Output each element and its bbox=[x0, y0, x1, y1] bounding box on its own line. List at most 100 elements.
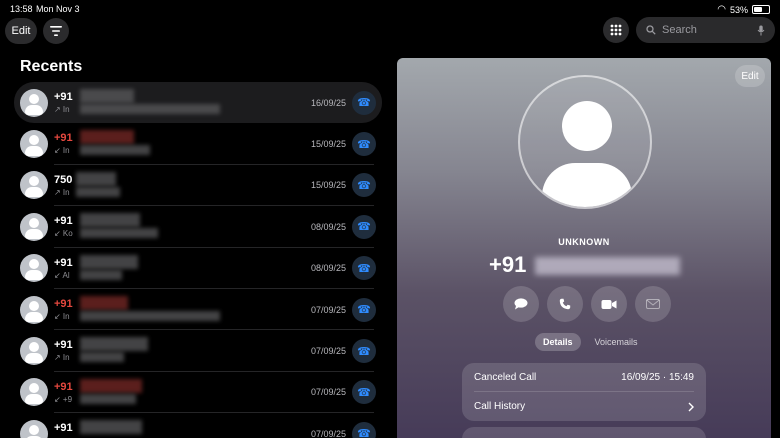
recent-call-row[interactable]: +91 ↙ +9 07/09/25 ☎ bbox=[14, 372, 382, 414]
redacted-text bbox=[80, 254, 138, 269]
call-date: 07/09/25 bbox=[310, 346, 346, 357]
call-button[interactable]: ☎ bbox=[352, 421, 376, 438]
edit-button[interactable]: Edit bbox=[5, 18, 37, 44]
call-type: ↗ In bbox=[54, 353, 70, 363]
contact-avatar bbox=[20, 171, 48, 200]
call-action-button[interactable] bbox=[547, 286, 583, 322]
redacted-text bbox=[80, 213, 140, 228]
call-button[interactable]: ☎ bbox=[352, 339, 376, 364]
video-call-button[interactable] bbox=[591, 286, 627, 322]
recent-call-row[interactable]: +91 ↙ In 07/09/25 ☎ bbox=[14, 289, 382, 331]
call-date: 07/09/25 bbox=[310, 387, 346, 398]
microphone-icon[interactable] bbox=[757, 25, 765, 36]
call-status: Canceled Call bbox=[474, 371, 537, 383]
call-type: ↙ Ko bbox=[54, 229, 73, 239]
detail-edit-button[interactable]: Edit bbox=[735, 65, 765, 87]
recent-call-row[interactable]: +91 ↗ In 07/09/25 ☎ bbox=[14, 330, 382, 372]
redacted-text bbox=[80, 228, 158, 239]
phone-icon: ☎ bbox=[357, 179, 371, 192]
caller-number: +91 bbox=[54, 132, 73, 145]
keypad-button[interactable] bbox=[603, 17, 629, 43]
redacted-text bbox=[76, 171, 116, 186]
call-button[interactable]: ☎ bbox=[352, 380, 376, 405]
tab-details[interactable]: Details bbox=[535, 333, 581, 351]
redacted-text bbox=[80, 89, 134, 103]
call-button[interactable]: ☎ bbox=[352, 214, 376, 239]
caller-number: 750 bbox=[54, 173, 73, 186]
filter-button[interactable] bbox=[43, 18, 69, 44]
caller-number-prefix: +91 bbox=[489, 252, 527, 277]
redacted-text bbox=[80, 130, 134, 145]
video-icon bbox=[601, 299, 617, 309]
battery-percent: 53% bbox=[729, 4, 748, 15]
contact-avatar bbox=[20, 378, 48, 407]
redacted-text bbox=[80, 337, 148, 352]
caller-number: +91 bbox=[54, 91, 73, 103]
recent-call-row[interactable]: +91 ↙ In 15/09/25 ☎ bbox=[14, 123, 382, 165]
redacted-text bbox=[80, 145, 150, 156]
call-type: ↙ +9 bbox=[54, 394, 73, 404]
contact-avatar bbox=[20, 295, 48, 324]
phone-icon: ☎ bbox=[357, 138, 371, 151]
redacted-text bbox=[80, 310, 220, 321]
contact-avatar bbox=[20, 130, 48, 159]
call-date: 15/09/25 bbox=[310, 139, 346, 150]
message-icon bbox=[514, 298, 528, 310]
phone-icon: ☎ bbox=[357, 262, 371, 275]
redacted-text bbox=[76, 186, 120, 197]
search-placeholder: Search bbox=[662, 24, 697, 36]
status-time: 13:58 bbox=[10, 4, 33, 14]
phone-icon bbox=[559, 298, 571, 310]
phone-icon: ☎ bbox=[357, 428, 371, 438]
caller-number: +91 bbox=[54, 215, 73, 228]
recent-call-row[interactable]: 750 ↗ In 15/09/25 ☎ bbox=[14, 165, 382, 207]
redacted-text bbox=[80, 378, 142, 393]
redacted-text bbox=[80, 352, 124, 363]
call-history-row[interactable]: Call History bbox=[474, 392, 694, 421]
caller-label: UNKNOWN bbox=[558, 237, 610, 247]
caller-number: +91 bbox=[54, 422, 73, 435]
call-button[interactable]: ☎ bbox=[352, 256, 376, 281]
keypad-icon bbox=[610, 24, 622, 36]
redacted-text bbox=[80, 420, 142, 435]
contact-avatar bbox=[20, 254, 48, 283]
call-button[interactable]: ☎ bbox=[352, 173, 376, 198]
recent-call-row[interactable]: +91 ↗ In 16/09/25 ☎ bbox=[14, 82, 382, 124]
call-history-label: Call History bbox=[474, 401, 526, 412]
phone-icon: ☎ bbox=[357, 304, 371, 317]
recent-call-row[interactable]: +91 ↙ Ko 08/09/25 ☎ bbox=[14, 206, 382, 248]
call-date: 08/09/25 bbox=[310, 263, 346, 274]
search-field[interactable]: Search bbox=[636, 17, 775, 43]
recents-title: Recents bbox=[20, 58, 83, 75]
contact-actions bbox=[503, 286, 671, 322]
caller-number: +91 bbox=[54, 256, 73, 269]
contact-avatar bbox=[20, 419, 48, 438]
filter-icon bbox=[50, 26, 62, 36]
caller-number: +91 bbox=[54, 339, 73, 352]
call-type: ↙ Al bbox=[54, 270, 70, 280]
tab-voicemails[interactable]: Voicemails bbox=[587, 333, 646, 351]
recent-call-row[interactable]: +91 ↙ Al 08/09/25 ☎ bbox=[14, 248, 382, 289]
redacted-text bbox=[80, 104, 220, 114]
call-date: 07/09/25 bbox=[310, 428, 346, 438]
call-button[interactable]: ☎ bbox=[352, 297, 376, 322]
caller-number: +91 bbox=[54, 380, 73, 393]
call-button[interactable]: ☎ bbox=[352, 132, 376, 157]
recent-call-row[interactable]: +91 07/09/25 ☎ bbox=[14, 413, 382, 438]
redacted-text bbox=[80, 269, 122, 280]
phone-icon: ☎ bbox=[357, 345, 371, 358]
call-button[interactable]: ☎ bbox=[352, 90, 376, 115]
phone-icon: ☎ bbox=[357, 97, 371, 110]
additional-info-card bbox=[462, 427, 706, 438]
search-icon bbox=[646, 25, 656, 35]
call-type: ↙ In bbox=[54, 146, 70, 156]
call-date: 07/09/25 bbox=[310, 304, 346, 315]
message-button[interactable] bbox=[503, 286, 539, 322]
phone-icon: ☎ bbox=[357, 386, 371, 399]
mail-icon bbox=[646, 299, 660, 309]
recents-list: +91 ↗ In 16/09/25 ☎ +91 ↙ In 15/09/25 ☎ … bbox=[14, 82, 382, 438]
call-type: ↙ In bbox=[54, 311, 70, 321]
contact-photo bbox=[518, 75, 652, 209]
call-timestamp: 16/09/25 · 15:49 bbox=[621, 371, 694, 383]
mail-button[interactable] bbox=[635, 286, 671, 322]
